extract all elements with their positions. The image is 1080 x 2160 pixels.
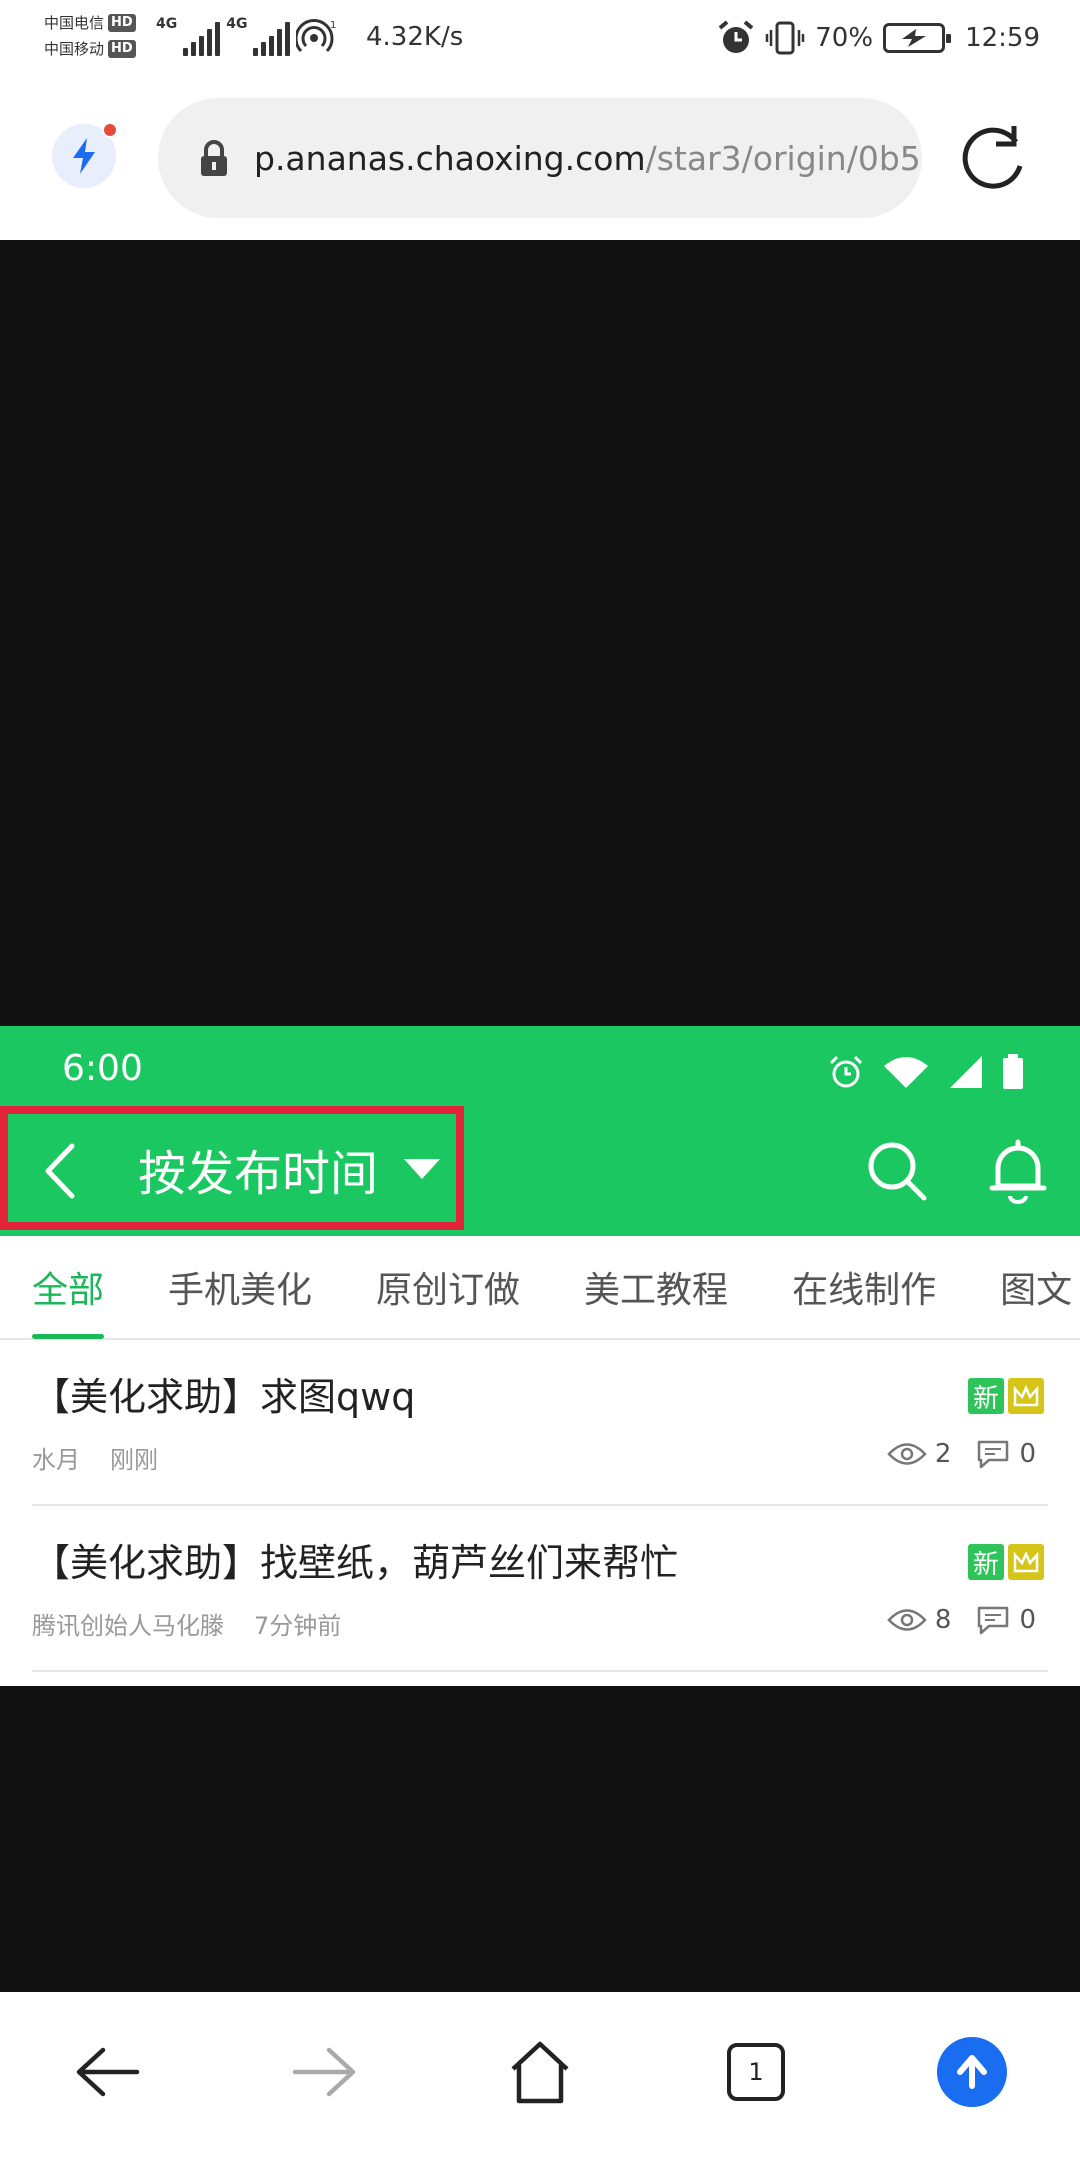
app-alarm-icon (829, 1055, 863, 1088)
tab-phone-beautify[interactable]: 手机美化 (136, 1235, 344, 1339)
url-host: p.ananas.chaoxing.com (254, 138, 646, 178)
network-speed: 4.32K/s (366, 22, 464, 52)
sort-dropdown-label: 按发布时间 (138, 1146, 379, 1202)
bell-icon[interactable] (988, 1138, 1048, 1204)
app-status-icons (828, 1054, 1024, 1090)
post-meta: 水月 刚刚 (32, 1440, 158, 1475)
post-badges: 新 (968, 1378, 1044, 1414)
signal-bars-1-icon (183, 22, 221, 56)
signal-bars-2-icon (253, 22, 291, 56)
app-header: 6:00 按发布时间 (0, 1026, 1080, 1236)
url-path: /star3/origin/0b5c (645, 138, 922, 178)
post-item[interactable]: 【美化求助】求图qwq 新 水月 刚刚 2 0 (32, 1340, 1048, 1506)
tab-count: 1 (727, 2043, 785, 2101)
app-battery-icon (1003, 1054, 1023, 1089)
tab-online-make[interactable]: 在线制作 (760, 1235, 968, 1339)
comment-count: 0 (1019, 1605, 1036, 1635)
url-text: p.ananas.chaoxing.com/star3/origin/0b5c (254, 139, 922, 178)
signal-indicators: 4G 4G 1 (156, 16, 336, 56)
network-type-2: 4G (226, 16, 248, 32)
comment-count: 0 (1019, 1439, 1036, 1469)
browser-toolbar: p.ananas.chaoxing.com/star3/origin/0b5c (0, 84, 1080, 240)
post-title: 【美化求助】求图qwq (32, 1375, 416, 1419)
back-arrow-icon[interactable] (40, 1142, 80, 1200)
post-meta: 腾讯创始人马化滕 7分钟前 (32, 1606, 341, 1641)
crown-badge-icon (1008, 1378, 1044, 1414)
eye-icon (887, 1443, 927, 1465)
new-badge: 新 (968, 1378, 1004, 1414)
dropdown-triangle-icon (404, 1159, 441, 1179)
tab-original-custom[interactable]: 原创订做 (344, 1235, 552, 1339)
search-icon[interactable] (866, 1140, 928, 1202)
home-icon (511, 2041, 569, 2104)
reload-icon[interactable] (956, 120, 1032, 196)
view-count: 8 (934, 1605, 952, 1635)
wifi-icon (884, 1057, 928, 1088)
forward-button[interactable] (284, 2032, 364, 2112)
alarm-icon (718, 20, 754, 53)
notification-dot (102, 122, 118, 138)
post-time: 7分钟前 (254, 1612, 342, 1640)
post-stats: 8 0 (873, 1604, 1036, 1636)
page-content: 6:00 按发布时间 全部 手机美化 原创订做 美工教程 在线制作 图文 【美化… (0, 240, 1080, 1992)
status-right: 70% 12:59 (717, 16, 1040, 60)
post-stats: 2 0 (873, 1438, 1036, 1470)
view-count: 2 (934, 1439, 952, 1469)
battery-charging-icon (883, 23, 952, 53)
tabs-button[interactable]: 1 (716, 2032, 796, 2112)
tab-art-tutorial[interactable]: 美工教程 (552, 1235, 760, 1339)
tab-graphic[interactable]: 图文 (968, 1235, 1080, 1339)
status-bar: 中国电信 HD 中国移动 HD 4G 4G 1 4.32K/s 70% 12:59 (0, 0, 1080, 84)
carrier-2: 中国移动 (44, 40, 105, 58)
lightning-icon (73, 138, 95, 174)
hd-badge-2: HD (108, 40, 136, 58)
carrier-info: 中国电信 HD 中国移动 HD (44, 10, 136, 62)
back-icon (76, 2047, 140, 2097)
battery-percent: 70% (815, 23, 874, 53)
post-author: 水月 (32, 1446, 80, 1474)
forward-icon (292, 2047, 356, 2097)
tab-all[interactable]: 全部 (0, 1235, 136, 1339)
vibrate-icon (766, 21, 805, 55)
back-button[interactable] (68, 2032, 148, 2112)
hotspot-count: 1 (330, 20, 336, 31)
upload-icon (937, 2037, 1007, 2107)
post-badges: 新 (968, 1544, 1044, 1580)
home-button[interactable] (500, 2032, 580, 2112)
hotspot-icon: 1 (296, 19, 336, 53)
eye-icon (887, 1609, 927, 1631)
network-type-1: 4G (156, 16, 178, 32)
address-bar[interactable]: p.ananas.chaoxing.com/star3/origin/0b5c (158, 98, 922, 218)
carrier-1: 中国电信 (44, 14, 105, 32)
embedded-app-screenshot: 6:00 按发布时间 全部 手机美化 原创订做 美工教程 在线制作 图文 【美化… (0, 1026, 1080, 1686)
hd-badge-1: HD (108, 14, 136, 32)
browser-bottom-nav: 1 (0, 1992, 1080, 2160)
crown-badge-icon (1008, 1544, 1044, 1580)
post-author: 腾讯创始人马化滕 (32, 1612, 224, 1640)
lightning-button[interactable] (52, 122, 118, 188)
clock: 12:59 (965, 23, 1040, 53)
upload-button[interactable] (932, 2032, 1012, 2112)
comment-icon (978, 1440, 1009, 1469)
post-time: 刚刚 (110, 1446, 158, 1474)
lock-icon (201, 140, 227, 176)
cell-signal-icon (950, 1056, 982, 1088)
category-tabs: 全部 手机美化 原创订做 美工教程 在线制作 图文 (0, 1236, 1080, 1340)
sort-dropdown[interactable]: 按发布时间 (138, 1134, 441, 1204)
post-title: 【美化求助】找壁纸，葫芦丝们来帮忙 (32, 1541, 679, 1585)
post-item[interactable]: 【美化求助】找壁纸，葫芦丝们来帮忙 新 腾讯创始人马化滕 7分钟前 8 0 (32, 1506, 1048, 1672)
new-badge: 新 (968, 1544, 1004, 1580)
comment-icon (978, 1606, 1009, 1635)
app-status-time: 6:00 (62, 1048, 143, 1089)
